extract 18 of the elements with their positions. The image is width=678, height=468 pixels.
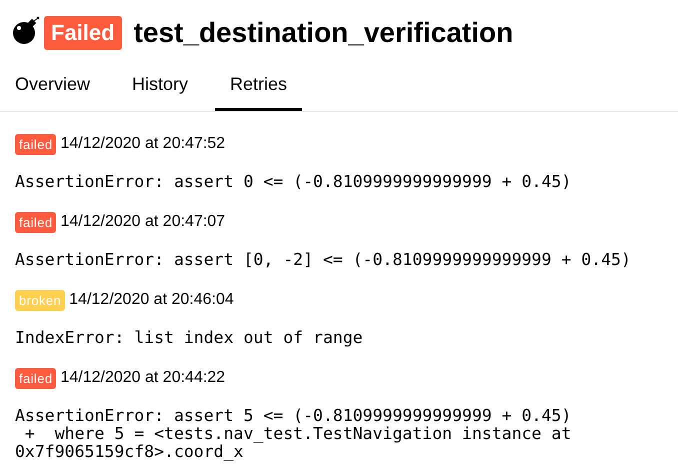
retry-time: 14/12/2020 at 20:44:22 (60, 369, 226, 387)
bomb-icon (12, 16, 42, 46)
status-badge: failed (15, 134, 56, 154)
tab[interactable]: Overview (0, 60, 106, 111)
status-badge: Failed (44, 16, 122, 50)
error-message: IndexError: list index out of range (15, 329, 364, 347)
error-message: AssertionError: assert 0 <= (-0.8109999999999999 + 0.45) (15, 173, 572, 191)
retry-time: 14/12/2020 at 20:46:04 (69, 291, 234, 309)
tab[interactable]: Retries (215, 60, 302, 111)
retry-time: 14/12/2020 at 20:47:07 (60, 213, 226, 231)
error-message: AssertionError: assert [0, -2] <= (-0.8109999999999999 + 0.45) (15, 251, 632, 269)
test-title: test_destination_verification (134, 17, 514, 49)
tab[interactable]: History (117, 60, 204, 111)
status-badge: broken (15, 290, 66, 310)
status-badge: failed (15, 212, 56, 232)
retry-time: 14/12/2020 at 20:47:52 (60, 135, 226, 153)
error-message: AssertionError: assert 5 <= (-0.8109999999999999 + 0.45) + where 5 = <tests.nav_test.TestNavigation instance at 0x7f9065159cf8>.coord_x (15, 407, 572, 461)
status-badge: failed (15, 368, 56, 388)
